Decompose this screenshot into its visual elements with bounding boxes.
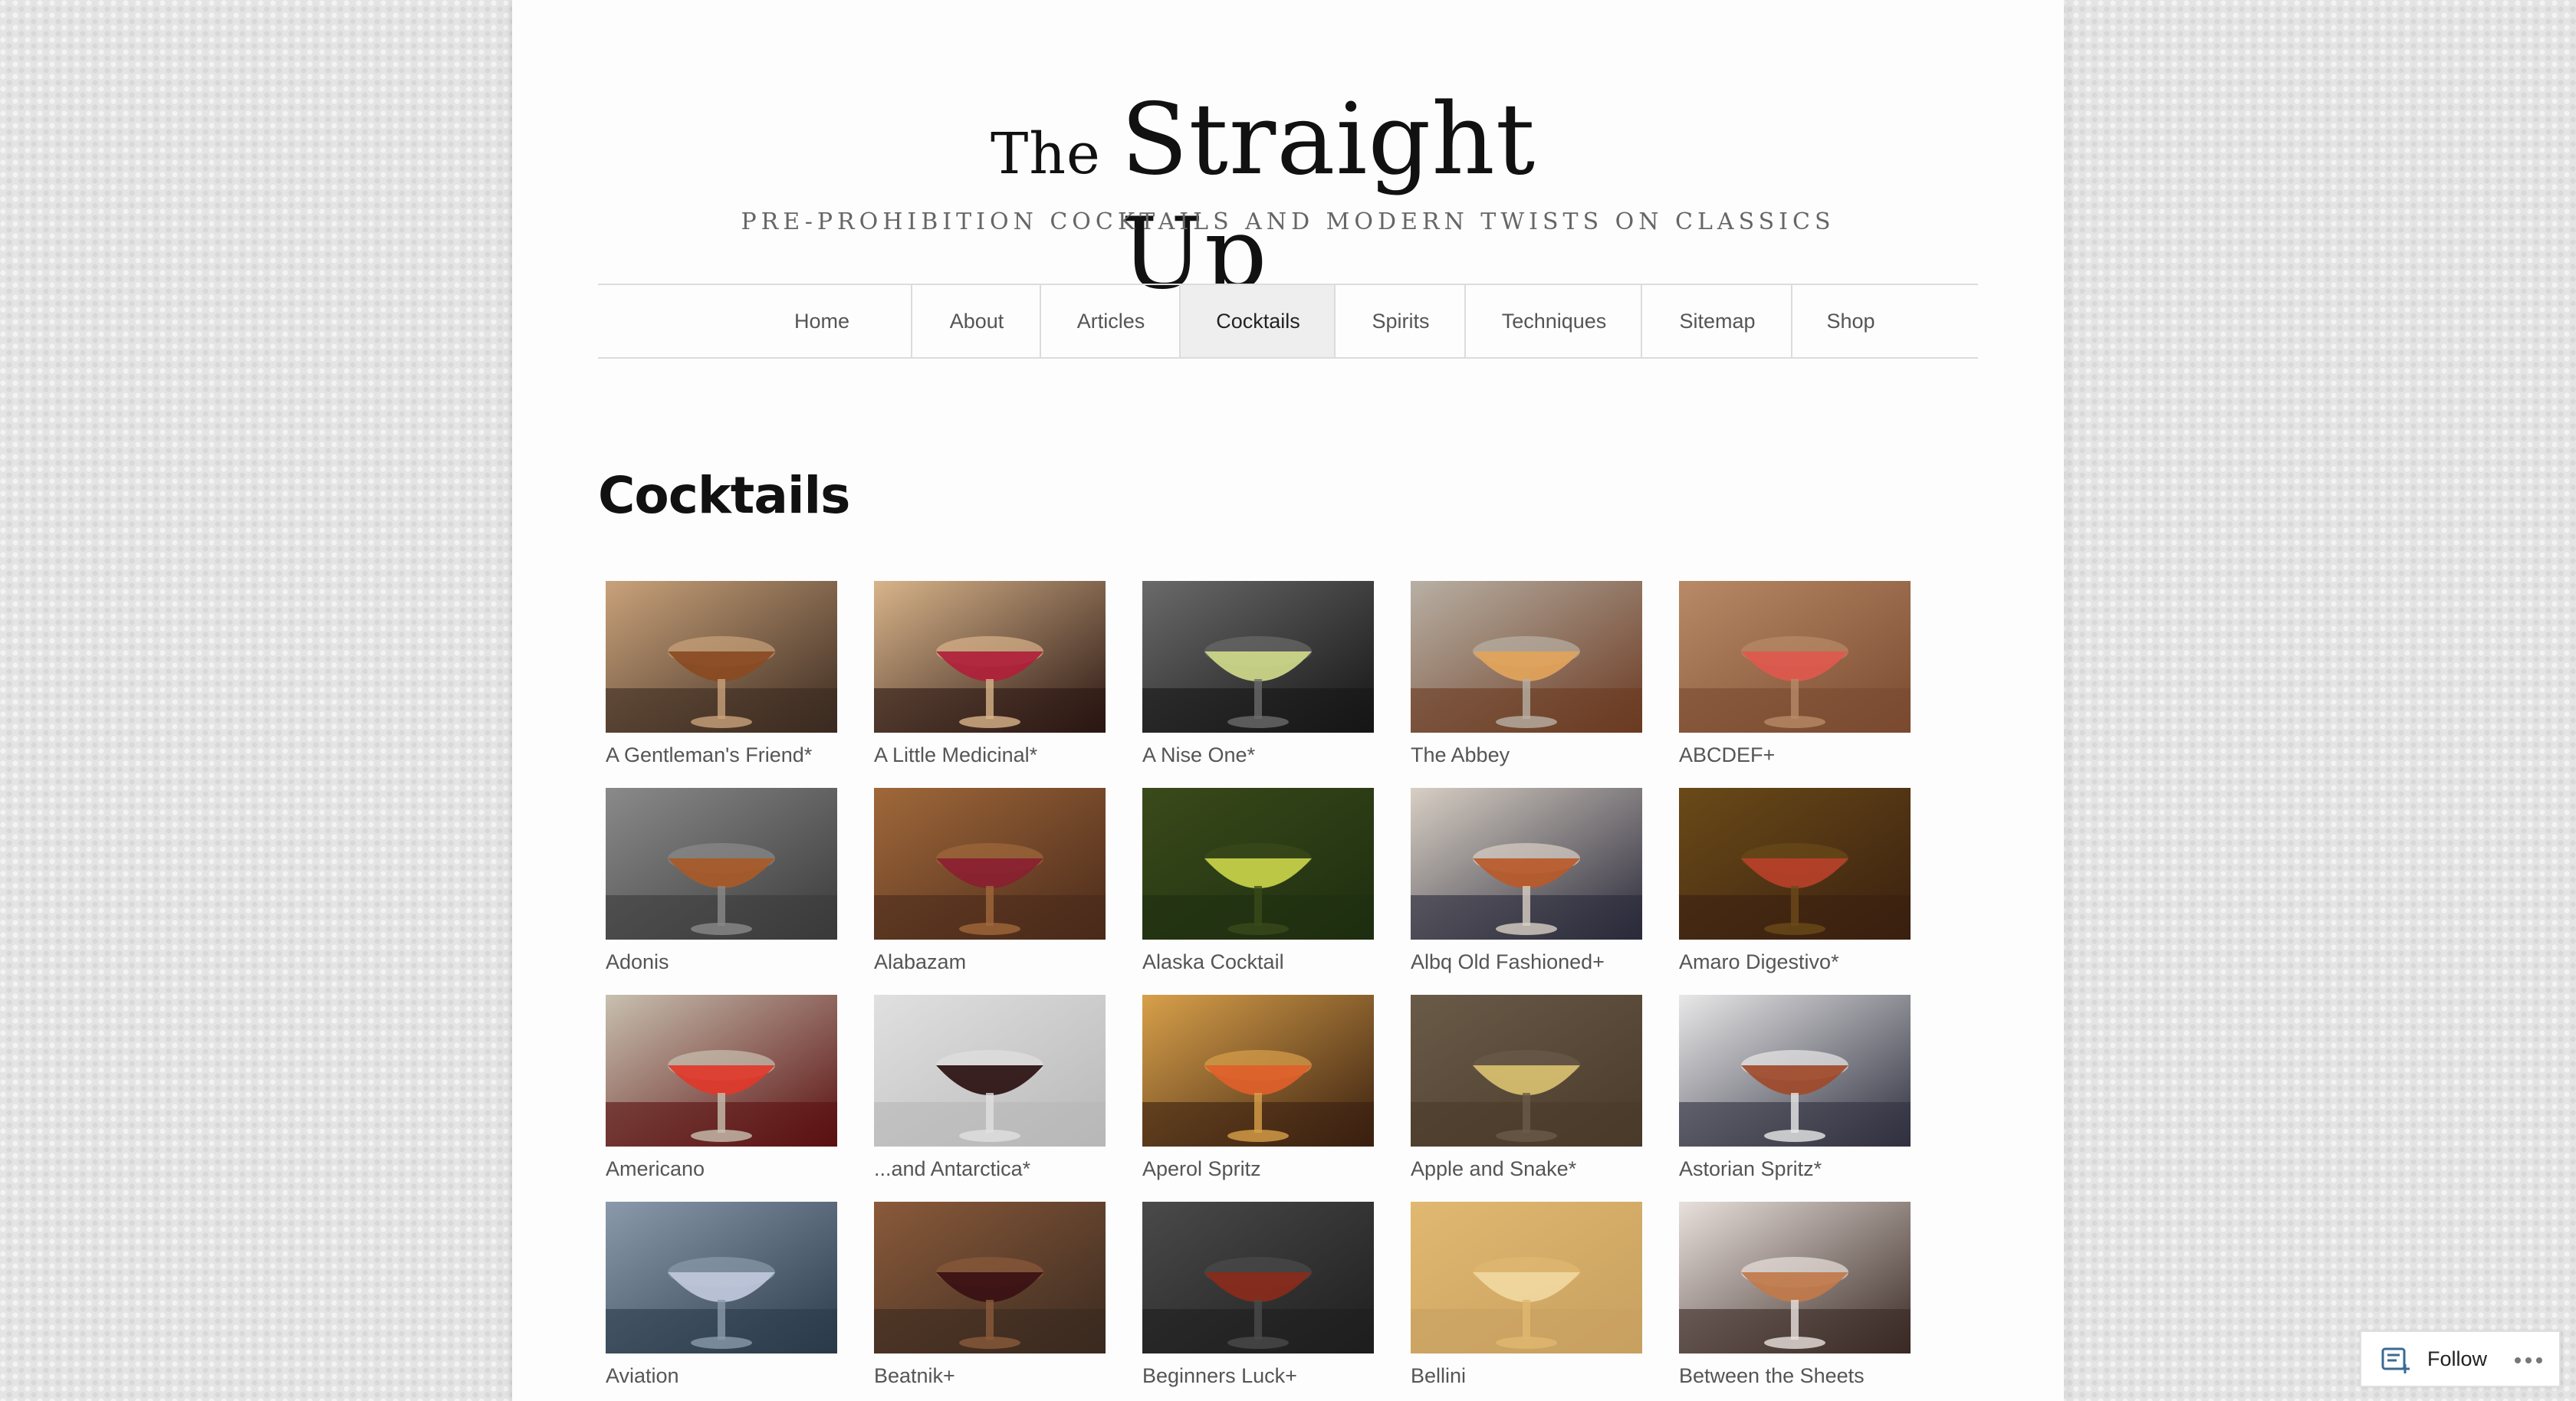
nav-item-articles[interactable]: Articles (1040, 285, 1181, 357)
cocktail-title[interactable]: Between the Sheets (1679, 1364, 1911, 1388)
nav-item-cocktails[interactable]: Cocktails (1179, 285, 1336, 357)
cocktail-thumbnail[interactable] (1411, 1202, 1642, 1353)
cocktail-title[interactable]: Adonis (606, 950, 837, 974)
cocktail-thumbnail[interactable] (874, 788, 1106, 940)
cocktail-thumbnail[interactable] (1411, 788, 1642, 940)
nav-item-techniques[interactable]: Techniques (1464, 285, 1642, 357)
cocktail-item[interactable]: Americano (606, 995, 837, 1181)
follow-bar: Follow (2360, 1330, 2561, 1387)
cocktail-item[interactable]: Astorian Spritz* (1679, 995, 1911, 1181)
cocktail-title[interactable]: Amaro Digestivo* (1679, 950, 1911, 974)
cocktail-title[interactable]: Bellini (1411, 1364, 1642, 1388)
main-navigation: Home About Articles Cocktails Spirits Te… (598, 284, 1978, 359)
cocktail-item[interactable]: ...and Antarctica* (874, 995, 1106, 1181)
cocktail-item[interactable]: A Nise One* (1142, 581, 1374, 767)
cocktail-title[interactable]: Aviation (606, 1364, 837, 1388)
cocktail-title[interactable]: Albq Old Fashioned+ (1411, 950, 1642, 974)
cocktail-thumbnail[interactable] (606, 788, 837, 940)
cocktail-item[interactable]: Adonis (606, 788, 837, 974)
cocktail-thumbnail[interactable] (1679, 1202, 1911, 1353)
cocktail-thumbnail[interactable] (606, 581, 837, 733)
cocktail-item[interactable]: Aperol Spritz (1142, 995, 1374, 1181)
nav-item-home[interactable]: Home (733, 285, 911, 357)
cocktail-thumbnail[interactable] (874, 995, 1106, 1147)
cocktail-thumbnail[interactable] (1411, 581, 1642, 733)
nav-item-shop[interactable]: Shop (1791, 285, 1909, 357)
cocktail-thumbnail[interactable] (1679, 581, 1911, 733)
cocktail-item[interactable]: Alaska Cocktail (1142, 788, 1374, 974)
cocktail-thumbnail[interactable] (1679, 995, 1911, 1147)
nav-item-sitemap[interactable]: Sitemap (1641, 285, 1792, 357)
cocktail-thumbnail[interactable] (1142, 1202, 1374, 1353)
cocktail-title[interactable]: Aperol Spritz (1142, 1157, 1374, 1181)
cocktail-item[interactable]: Beatnik+ (874, 1202, 1106, 1388)
cocktail-item[interactable]: Alabazam (874, 788, 1106, 974)
cocktail-thumbnail[interactable] (1679, 788, 1911, 940)
cocktail-title[interactable]: Astorian Spritz* (1679, 1157, 1911, 1181)
cocktail-item[interactable]: Albq Old Fashioned+ (1411, 788, 1642, 974)
reader-follow-icon[interactable] (2381, 1347, 2412, 1375)
site-logo[interactable]: The Straight Up (991, 83, 1585, 311)
cocktail-title[interactable]: ...and Antarctica* (874, 1157, 1106, 1181)
cocktail-thumbnail[interactable] (1411, 995, 1642, 1147)
cocktail-title[interactable]: Beginners Luck+ (1142, 1364, 1374, 1388)
cocktail-title[interactable]: Apple and Snake* (1411, 1157, 1642, 1181)
site-tagline: PRE-PROHIBITION COCKTAILS AND MODERN TWI… (741, 208, 1835, 235)
follow-button[interactable]: Follow (2427, 1347, 2487, 1371)
cocktail-title[interactable]: Alaska Cocktail (1142, 950, 1374, 974)
cocktail-title[interactable]: Beatnik+ (874, 1364, 1106, 1388)
cocktail-thumbnail[interactable] (606, 995, 837, 1147)
cocktail-thumbnail[interactable] (606, 1202, 837, 1353)
cocktail-item[interactable]: A Little Medicinal* (874, 581, 1106, 767)
cocktail-title[interactable]: A Nise One* (1142, 743, 1374, 767)
cocktail-title[interactable]: A Gentleman's Friend* (606, 743, 837, 767)
cocktail-item[interactable]: Aviation (606, 1202, 837, 1388)
cocktail-title[interactable]: A Little Medicinal* (874, 743, 1106, 767)
cocktail-item[interactable]: Apple and Snake* (1411, 995, 1642, 1181)
cocktail-item[interactable]: A Gentleman's Friend* (606, 581, 837, 767)
nav-item-about[interactable]: About (911, 285, 1041, 357)
page-title: Cocktails (598, 466, 850, 525)
cocktail-item[interactable]: ABCDEF+ (1679, 581, 1911, 767)
cocktail-title[interactable]: Americano (606, 1157, 837, 1181)
cocktail-title[interactable]: Alabazam (874, 950, 1106, 974)
cocktail-thumbnail[interactable] (1142, 995, 1374, 1147)
cocktail-thumbnail[interactable] (1142, 581, 1374, 733)
cocktail-thumbnail[interactable] (874, 1202, 1106, 1353)
more-dots-icon[interactable] (2513, 1355, 2544, 1364)
cocktail-thumbnail[interactable] (1142, 788, 1374, 940)
cocktail-item[interactable]: The Abbey (1411, 581, 1642, 767)
logo-the: The (991, 121, 1101, 187)
cocktail-item[interactable]: Bellini (1411, 1202, 1642, 1388)
cocktail-thumbnail[interactable] (874, 581, 1106, 733)
nav-item-spirits[interactable]: Spirits (1334, 285, 1466, 357)
cocktail-title[interactable]: The Abbey (1411, 743, 1642, 767)
cocktail-item[interactable]: Beginners Luck+ (1142, 1202, 1374, 1388)
cocktail-item[interactable]: Amaro Digestivo* (1679, 788, 1911, 974)
cocktail-title[interactable]: ABCDEF+ (1679, 743, 1911, 767)
cocktail-item[interactable]: Between the Sheets (1679, 1202, 1911, 1388)
logo-name: Straight Up (1120, 83, 1536, 311)
